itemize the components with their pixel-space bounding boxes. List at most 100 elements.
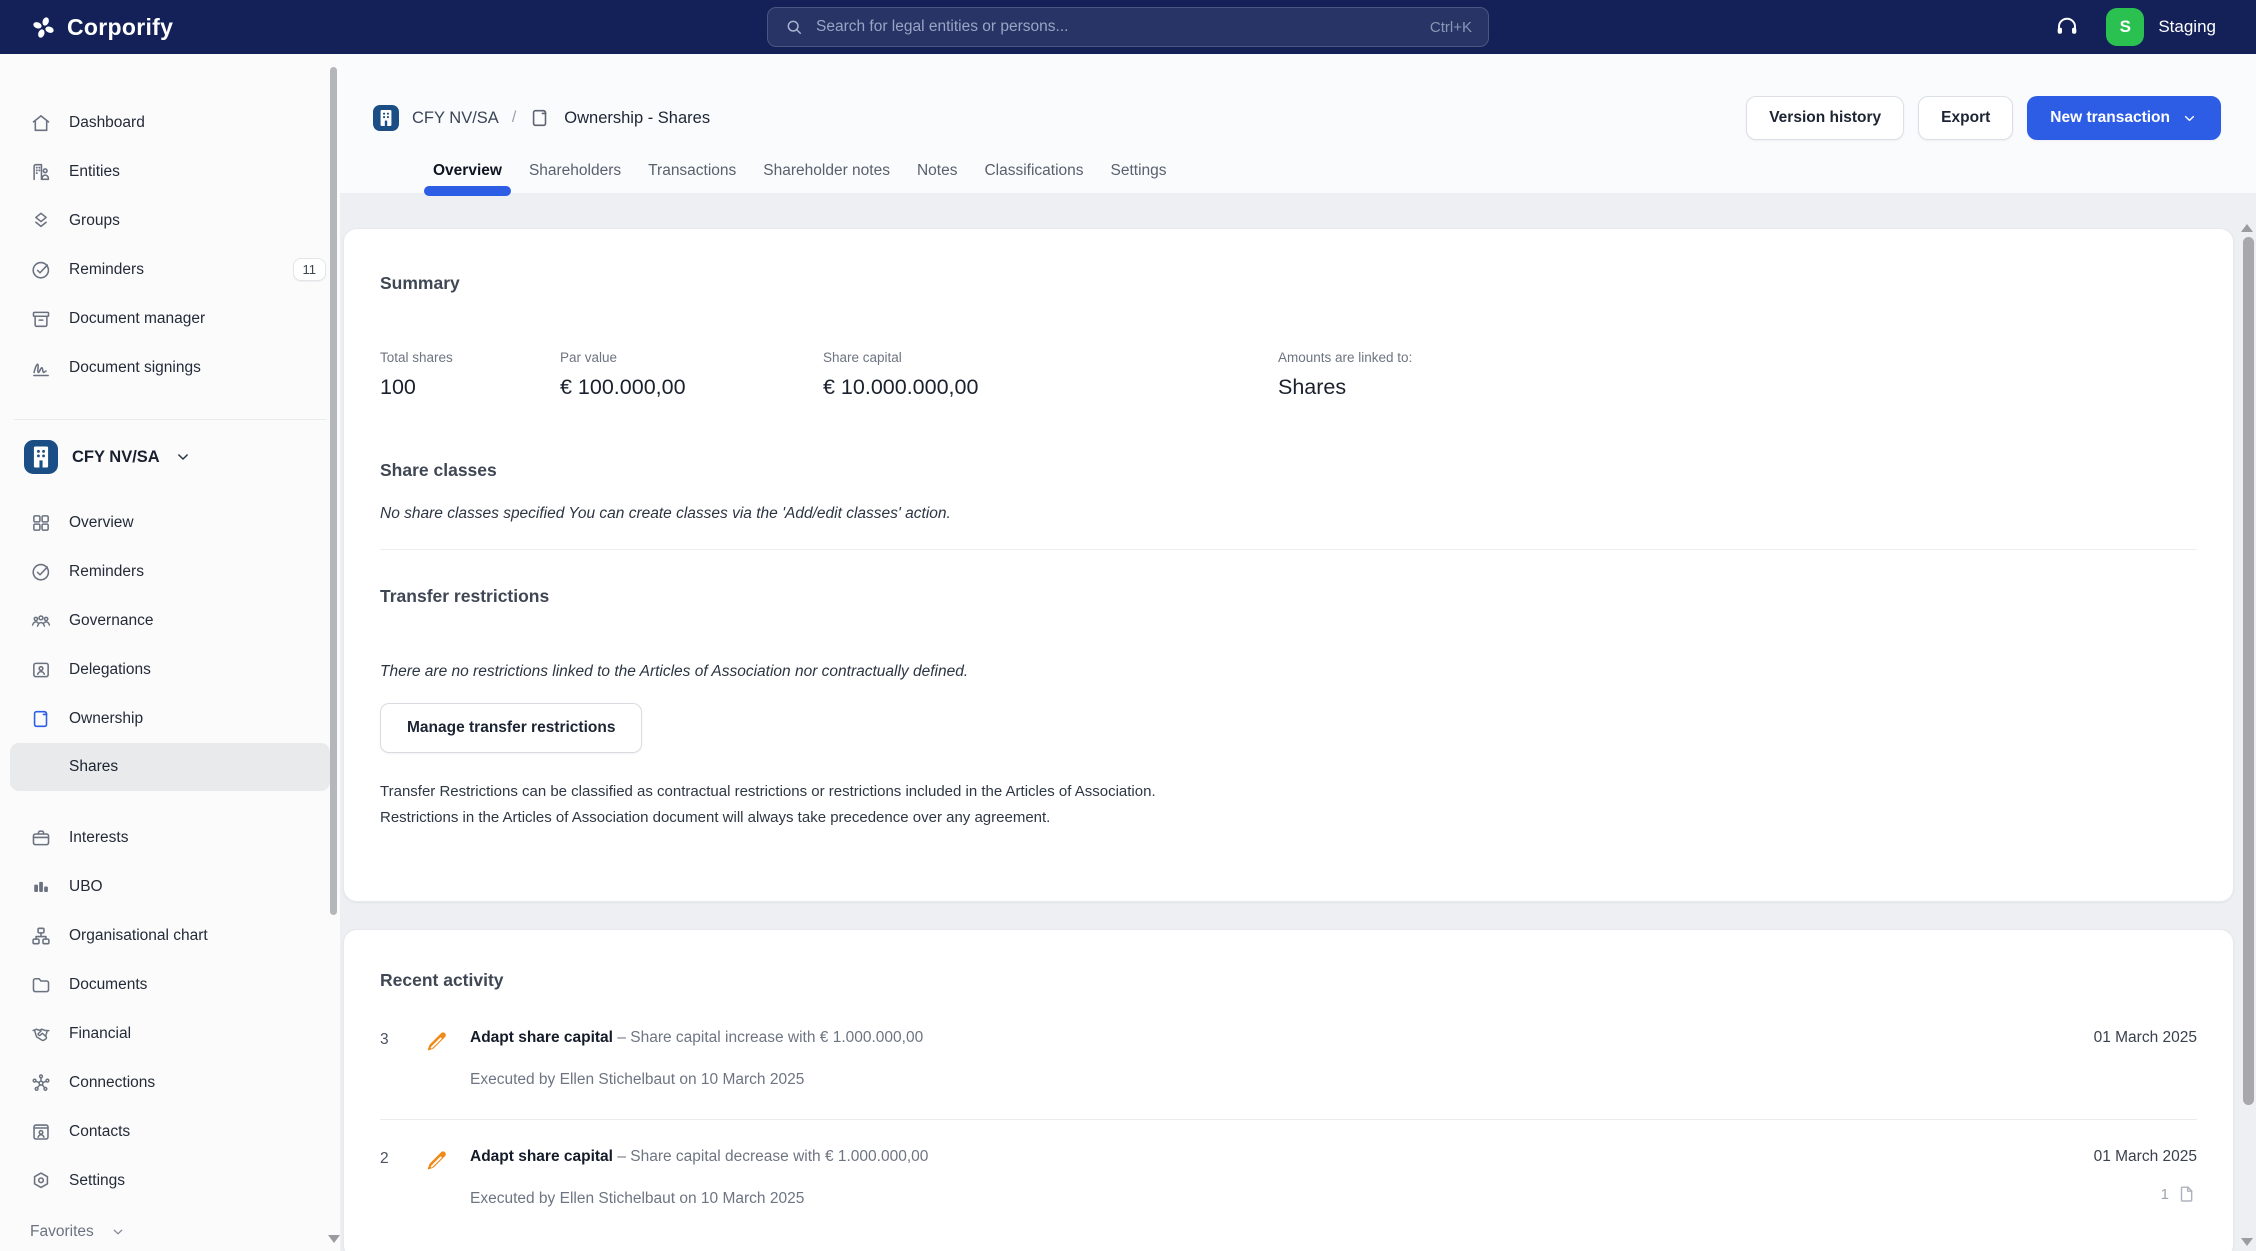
sidebar-item-shares-selected[interactable]: Shares [10, 743, 330, 791]
manage-transfer-restrictions-button[interactable]: Manage transfer restrictions [380, 703, 643, 753]
shares-overview-card: Summary Total shares 100 Par value € 100… [343, 228, 2234, 902]
entity-building-icon [24, 440, 58, 474]
brand-name: Corporify [67, 13, 174, 40]
sidebar-item-dashboard[interactable]: Dashboard [0, 98, 340, 147]
brand[interactable]: Corporify [30, 13, 174, 41]
sidebar-item-entity-reminders[interactable]: Reminders [0, 547, 340, 596]
sidebar-item-entities[interactable]: Entities [0, 147, 340, 196]
tab-settings[interactable]: Settings [1111, 162, 1167, 193]
sidebar-item-reminders[interactable]: Reminders 11 [0, 245, 340, 294]
sidebar-item-contacts[interactable]: Contacts [0, 1107, 340, 1156]
content-scroll-area: Summary Total shares 100 Par value € 100… [340, 193, 2256, 1251]
sidebar-item-ubo[interactable]: UBO [0, 862, 340, 911]
reminders-count-badge: 11 [292, 258, 326, 281]
grid-icon [30, 512, 52, 534]
activity-row[interactable]: 3 Adapt share capital – Share capital in… [380, 1029, 2197, 1089]
support-headset-icon[interactable] [2054, 14, 2080, 40]
corporify-logo-icon [30, 14, 57, 41]
sidebar-item-label: Groups [69, 211, 120, 229]
sidebar-item-financial[interactable]: Financial [0, 1009, 340, 1058]
sidebar-item-documents[interactable]: Documents [0, 960, 340, 1009]
search-input[interactable] [816, 18, 1418, 36]
tab-classifications[interactable]: Classifications [984, 162, 1083, 193]
activity-documents[interactable]: 1 [2094, 1184, 2197, 1204]
sidebar-item-label: Ownership [69, 709, 144, 727]
chevron-down-icon [2181, 110, 2198, 127]
share-classes-empty-text: No share classes specified You can creat… [380, 505, 951, 522]
environment-label: Staging [2158, 17, 2216, 36]
new-transaction-label: New transaction [2050, 109, 2170, 126]
network-icon [30, 1072, 52, 1094]
activity-divider [380, 1119, 2197, 1120]
description-line: Restrictions in the Articles of Associat… [380, 809, 1051, 826]
sidebar-scrollbar-thumb[interactable] [330, 67, 337, 915]
archive-box-icon [30, 308, 52, 330]
transfer-restrictions-description: Transfer Restrictions can be classified … [380, 779, 2197, 831]
folder-icon [30, 974, 52, 996]
activity-main: Adapt share capital – Share capital decr… [470, 1148, 2094, 1208]
building-person-icon [30, 161, 52, 183]
main-scrollbar-down-arrow[interactable] [2241, 1238, 2253, 1246]
main-area: CFY NV/SA / Ownership - Shares Version h… [340, 54, 2256, 1251]
page: Corporify Ctrl+K S Staging Dashboard Ent… [0, 0, 2256, 1251]
favorites-label: Favorites [30, 1223, 94, 1240]
activity-row[interactable]: 2 Adapt share capital – Share capital de… [380, 1148, 2197, 1208]
sidebar-item-organisational-chart[interactable]: Organisational chart [0, 911, 340, 960]
sidebar-item-label: Financial [69, 1024, 132, 1042]
sidebar-item-label: Dashboard [69, 113, 145, 131]
home-icon [30, 112, 52, 134]
sidebar-item-label: Governance [69, 611, 154, 629]
user-avatar[interactable]: S [2106, 8, 2145, 46]
sidebar-item-connections[interactable]: Connections [0, 1058, 340, 1107]
summary-heading: Summary [380, 273, 460, 293]
pencil-icon [424, 1029, 450, 1055]
activity-number: 2 [380, 1150, 389, 1167]
sidebar-item-label: Interests [69, 828, 129, 846]
stat-value: € 10.000.000,00 [823, 375, 979, 399]
sidebar-scrollbar-down-arrow[interactable] [328, 1235, 340, 1243]
favorites-toggle[interactable]: Favorites [0, 1217, 340, 1247]
sidebar-item-document-manager[interactable]: Document manager [0, 294, 340, 343]
activity-meta: 01 March 2025 [2094, 1029, 2197, 1089]
version-history-button[interactable]: Version history [1746, 96, 1905, 140]
new-transaction-button[interactable]: New transaction [2027, 96, 2221, 140]
document-count: 1 [2160, 1185, 2169, 1203]
contact-card-icon [30, 1121, 52, 1143]
stat-label: Share capital [823, 350, 902, 365]
pencil-icon [424, 1148, 450, 1174]
recent-activity-card: Recent activity 3 Adapt share capital – … [343, 929, 2234, 1251]
export-button[interactable]: Export [1918, 96, 2014, 140]
breadcrumb-entity[interactable]: CFY NV/SA [412, 109, 499, 128]
page-title: Ownership - Shares [564, 108, 711, 127]
sidebar-item-governance[interactable]: Governance [0, 596, 340, 645]
main-scrollbar-up-arrow[interactable] [2241, 224, 2253, 232]
tab-overview[interactable]: Overview [424, 162, 511, 196]
sidebar-item-ownership[interactable]: Ownership [0, 694, 340, 743]
stat-label: Amounts are linked to: [1278, 350, 1413, 365]
tab-shareholder-notes[interactable]: Shareholder notes [763, 162, 890, 193]
tab-notes[interactable]: Notes [917, 162, 958, 193]
entity-switcher[interactable]: CFY NV/SA [0, 428, 340, 486]
sidebar-item-settings[interactable]: Settings [0, 1156, 340, 1205]
recent-activity-heading: Recent activity [380, 970, 504, 990]
main-scrollbar-thumb[interactable] [2243, 237, 2254, 1105]
sidebar-item-interests[interactable]: Interests [0, 813, 340, 862]
chevron-down-icon [174, 448, 192, 466]
sidebar-separator [14, 419, 326, 420]
global-search[interactable]: Ctrl+K [767, 7, 1489, 47]
sidebar-item-overview[interactable]: Overview [0, 498, 340, 547]
sidebar-item-document-signings[interactable]: Document signings [0, 343, 340, 392]
header-actions: Version history Export New transaction [1746, 96, 2221, 140]
activity-date: 01 March 2025 [2093, 1148, 2197, 1165]
sidebar-item-groups[interactable]: Groups [0, 196, 340, 245]
activity-number: 3 [380, 1031, 389, 1048]
activity-meta: 01 March 2025 1 [2094, 1148, 2197, 1208]
file-icon [2177, 1184, 2197, 1204]
tab-shareholders[interactable]: Shareholders [529, 162, 621, 193]
sidebar-item-label: Document manager [69, 309, 206, 327]
summary-stats: Total shares 100 Par value € 100.000,00 … [380, 350, 2197, 400]
id-badge-icon [30, 659, 52, 681]
tab-transactions[interactable]: Transactions [648, 162, 736, 193]
sidebar-item-delegations[interactable]: Delegations [0, 645, 340, 694]
breadcrumb-separator: / [511, 109, 517, 126]
